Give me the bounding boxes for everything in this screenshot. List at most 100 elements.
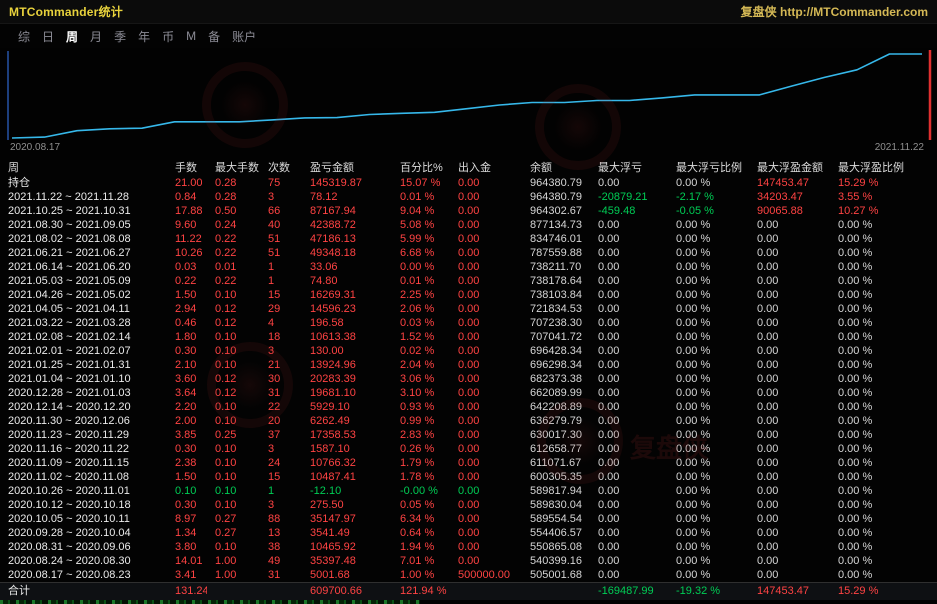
table-row[interactable]: 2020.11.02 ~ 2020.11.081.500.101510487.4… (0, 470, 937, 484)
cell: 0.00 % (668, 554, 749, 568)
cell: -459.48 (590, 204, 668, 218)
cell: 2021.04.05 ~ 2021.04.11 (0, 302, 167, 316)
cell: 2020.09.28 ~ 2020.10.04 (0, 526, 167, 540)
cell: -0.00 % (392, 484, 450, 498)
cell: 持仓 (0, 176, 167, 190)
cell: 1.50 (167, 470, 207, 484)
cell: 145319.87 (302, 176, 392, 190)
cell: 0.00 (450, 316, 522, 330)
cell: 10.26 (167, 246, 207, 260)
app-window: MTCommander统计 复盘侠 http://MTCommander.com… (0, 0, 937, 604)
table-row[interactable]: 2021.05.03 ~ 2021.05.090.220.22174.800.0… (0, 274, 937, 288)
table-row[interactable]: 2021.01.04 ~ 2021.01.103.600.123020283.3… (0, 372, 937, 386)
cell: 0.00 (749, 386, 830, 400)
table-row[interactable]: 2021.02.08 ~ 2021.02.141.800.101810613.3… (0, 330, 937, 344)
cell: 0.00 (590, 428, 668, 442)
table-row[interactable]: 2021.06.14 ~ 2021.06.200.030.01133.060.0… (0, 260, 937, 274)
table-row[interactable]: 2020.08.31 ~ 2020.09.063.800.103810465.9… (0, 540, 937, 554)
cell: 0.10 (207, 456, 260, 470)
table-row[interactable]: 2021.08.30 ~ 2021.09.059.600.244042388.7… (0, 218, 937, 232)
table-row[interactable]: 2021.06.21 ~ 2021.06.2710.260.225149348.… (0, 246, 937, 260)
menu-item-5[interactable]: 季 (108, 28, 132, 45)
cell: 0.00 % (668, 302, 749, 316)
table-row[interactable]: 2020.09.28 ~ 2020.10.041.340.27133541.49… (0, 526, 937, 540)
menu-item-7[interactable]: 币 (156, 28, 180, 45)
menu-item-6[interactable]: 年 (132, 28, 156, 45)
table-row[interactable]: 2020.10.05 ~ 2020.10.118.970.278835147.9… (0, 512, 937, 526)
cell: 0.00 % (668, 358, 749, 372)
cell: 0.00 (749, 414, 830, 428)
cell: 2.10 (167, 358, 207, 372)
menu-item-8[interactable]: M (180, 29, 202, 43)
table-row[interactable]: 持仓21.000.2875145319.8715.07 %0.00964380.… (0, 176, 937, 190)
cell: 3.41 (167, 568, 207, 582)
table-row[interactable]: 2021.10.25 ~ 2021.10.3117.880.506687167.… (0, 204, 937, 218)
cell: 0.00 (450, 442, 522, 456)
column-header-11[interactable]: 最大浮盈金额 (749, 160, 830, 176)
table-row[interactable]: 2021.01.25 ~ 2021.01.312.100.102113924.9… (0, 358, 937, 372)
column-header-3[interactable]: 最大手数 (207, 160, 260, 176)
table-row[interactable]: 2020.11.30 ~ 2020.12.062.000.10206262.49… (0, 414, 937, 428)
table-row[interactable]: 2021.04.05 ~ 2021.04.112.940.122914596.2… (0, 302, 937, 316)
table-row[interactable]: 2020.08.24 ~ 2020.08.3014.011.004935397.… (0, 554, 937, 568)
cell: 0.00 % (668, 372, 749, 386)
total-cell: 合计 (0, 583, 167, 600)
cell: 0.00 (450, 512, 522, 526)
total-cell (450, 583, 522, 600)
column-header-9[interactable]: 最大浮亏 (590, 160, 668, 176)
cell: 0.00 % (668, 246, 749, 260)
column-header-10[interactable]: 最大浮亏比例 (668, 160, 749, 176)
cell: 787559.88 (522, 246, 590, 260)
cell: 0.10 (207, 400, 260, 414)
cell: 10613.38 (302, 330, 392, 344)
cell: 0.00 % (830, 470, 937, 484)
table-row[interactable]: 2020.12.14 ~ 2020.12.202.200.10225929.10… (0, 400, 937, 414)
total-cell: 609700.66 (302, 583, 392, 600)
equity-chart[interactable]: 2020.08.17 2021.11.22 (0, 48, 937, 160)
table-row[interactable]: 2021.04.26 ~ 2021.05.021.500.101516269.3… (0, 288, 937, 302)
cell: 33.06 (302, 260, 392, 274)
table-row[interactable]: 2020.11.09 ~ 2020.11.152.380.102410766.3… (0, 456, 937, 470)
total-cell: -169487.99 (590, 583, 668, 600)
cell: 0.22 (207, 232, 260, 246)
table-row[interactable]: 2020.11.23 ~ 2020.11.293.850.253717358.5… (0, 428, 937, 442)
cell: 0.10 (207, 498, 260, 512)
table-header-row: 周手数最大手数次数盈亏金额百分比%出入金余额最大浮亏最大浮亏比例最大浮盈金额最大… (0, 160, 937, 176)
brand-link[interactable]: 复盘侠 http://MTCommander.com (741, 3, 928, 20)
total-cell: 121.94 % (392, 583, 450, 600)
table-row[interactable]: 2021.11.22 ~ 2021.11.280.840.28378.120.0… (0, 190, 937, 204)
table-row[interactable]: 2020.08.17 ~ 2020.08.233.411.00315001.68… (0, 568, 937, 582)
table-row[interactable]: 2021.08.02 ~ 2021.08.0811.220.225147186.… (0, 232, 937, 246)
cell: 1 (260, 260, 302, 274)
cell: 2020.08.31 ~ 2020.09.06 (0, 540, 167, 554)
menu-item-10[interactable]: 账户 (226, 28, 262, 45)
menu-item-9[interactable]: 备 (202, 28, 226, 45)
column-header-12[interactable]: 最大浮盈比例 (830, 160, 937, 176)
column-header-1[interactable]: 周 (0, 160, 167, 176)
cell: 589830.04 (522, 498, 590, 512)
table-row[interactable]: 2021.02.01 ~ 2021.02.070.300.103130.000.… (0, 344, 937, 358)
table-row[interactable]: 2020.10.26 ~ 2020.11.010.100.101-12.10-0… (0, 484, 937, 498)
column-header-7[interactable]: 出入金 (450, 160, 522, 176)
table-row[interactable]: 2020.12.28 ~ 2021.01.033.640.123119681.1… (0, 386, 937, 400)
menu-item-1[interactable]: 综 (12, 28, 36, 45)
menu-item-2[interactable]: 日 (36, 28, 60, 45)
column-header-6[interactable]: 百分比% (392, 160, 450, 176)
cell: 0.27 (207, 512, 260, 526)
cell: 29 (260, 302, 302, 316)
cell: 589554.54 (522, 512, 590, 526)
menu-item-4[interactable]: 月 (84, 28, 108, 45)
table-row[interactable]: 2021.03.22 ~ 2021.03.280.460.124196.580.… (0, 316, 937, 330)
column-header-8[interactable]: 余额 (522, 160, 590, 176)
column-header-4[interactable]: 次数 (260, 160, 302, 176)
cell: 2021.03.22 ~ 2021.03.28 (0, 316, 167, 330)
table-row[interactable]: 2020.10.12 ~ 2020.10.180.300.103275.500.… (0, 498, 937, 512)
column-header-5[interactable]: 盈亏金额 (302, 160, 392, 176)
table-row[interactable]: 2020.11.16 ~ 2020.11.220.300.1031587.100… (0, 442, 937, 456)
cell: 49348.18 (302, 246, 392, 260)
cell: 0.00 (590, 344, 668, 358)
menu-item-3[interactable]: 周 (60, 28, 84, 45)
cell: 0.00 % (668, 330, 749, 344)
chart-end-date-label: 2021.11.22 (875, 142, 924, 153)
column-header-2[interactable]: 手数 (167, 160, 207, 176)
